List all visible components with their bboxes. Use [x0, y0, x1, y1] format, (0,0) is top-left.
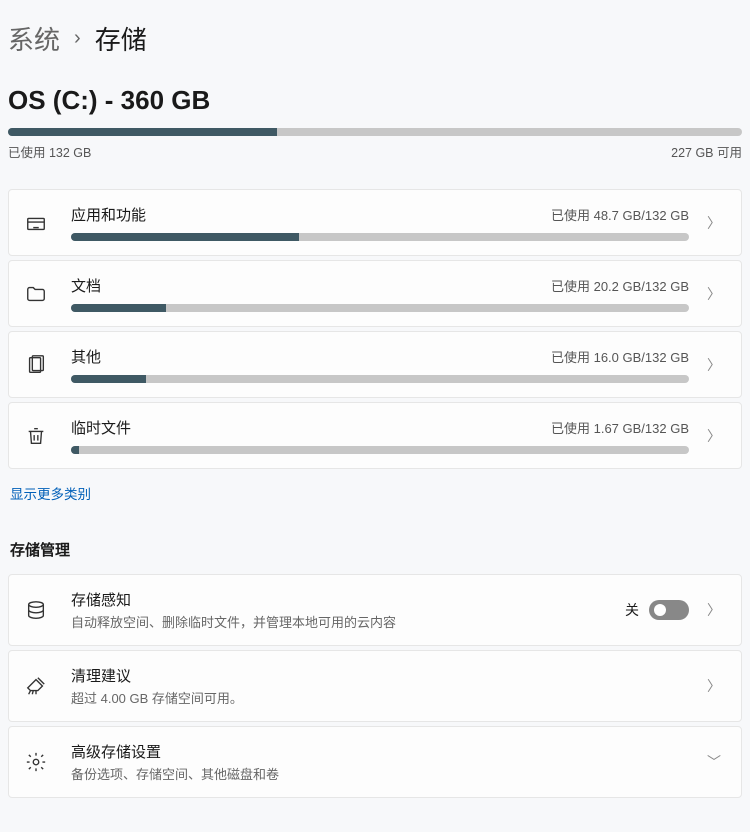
- category-bar-fill: [71, 304, 166, 312]
- category-bar: [71, 233, 689, 241]
- category-row[interactable]: 其他 已使用 16.0 GB/132 GB 〉: [8, 331, 742, 398]
- management-subtitle: 超过 4.00 GB 存储空间可用。: [71, 688, 243, 707]
- management-row[interactable]: 高级存储设置 备份选项、存储空间、其他磁盘和卷 ﹀: [8, 726, 742, 798]
- storage-management-list: 存储感知 自动释放空间、删除临时文件，并管理本地可用的云内容 关 〉 清理建议 …: [8, 574, 742, 798]
- chevron-right-icon: 〉: [707, 284, 725, 304]
- drive-used-label: 已使用 132 GB: [8, 142, 91, 161]
- category-bar-fill: [71, 446, 79, 454]
- management-title: 高级存储设置: [71, 741, 279, 762]
- breadcrumb-parent[interactable]: 系统: [8, 20, 60, 57]
- other-icon: [25, 354, 47, 376]
- drive-title: OS (C:) - 360 GB: [8, 85, 742, 116]
- category-usage: 已使用 20.2 GB/132 GB: [551, 276, 689, 295]
- storage-categories: 应用和功能 已使用 48.7 GB/132 GB 〉 文档 已使用 20.2 G…: [8, 189, 742, 469]
- chevron-down-icon: ﹀: [707, 752, 725, 772]
- category-title: 临时文件: [71, 417, 131, 438]
- management-subtitle: 自动释放空间、删除临时文件，并管理本地可用的云内容: [71, 612, 396, 631]
- sense-icon: [25, 599, 47, 621]
- category-title: 其他: [71, 346, 101, 367]
- category-usage: 已使用 48.7 GB/132 GB: [551, 205, 689, 224]
- category-bar: [71, 446, 689, 454]
- drive-usage-bar: [8, 128, 742, 136]
- category-row[interactable]: 应用和功能 已使用 48.7 GB/132 GB 〉: [8, 189, 742, 256]
- trash-icon: [25, 425, 47, 447]
- drive-summary: OS (C:) - 360 GB 已使用 132 GB 227 GB 可用: [8, 85, 742, 161]
- management-subtitle: 备份选项、存储空间、其他磁盘和卷: [71, 764, 279, 783]
- category-bar-fill: [71, 233, 299, 241]
- storage-sense-toggle[interactable]: [649, 600, 689, 620]
- chevron-right-icon: ›: [74, 27, 81, 50]
- category-usage: 已使用 1.67 GB/132 GB: [551, 418, 689, 437]
- category-title: 应用和功能: [71, 204, 146, 225]
- category-usage: 已使用 16.0 GB/132 GB: [551, 347, 689, 366]
- drive-free-label: 227 GB 可用: [671, 142, 742, 161]
- breadcrumb-current: 存储: [95, 20, 147, 57]
- category-bar-fill: [71, 375, 146, 383]
- show-more-categories-link[interactable]: 显示更多类别: [10, 483, 742, 503]
- toggle-label: 关: [625, 600, 639, 620]
- chevron-right-icon: 〉: [707, 355, 725, 375]
- docs-icon: [25, 283, 47, 305]
- category-row[interactable]: 临时文件 已使用 1.67 GB/132 GB 〉: [8, 402, 742, 469]
- breadcrumb: 系统 › 存储: [8, 20, 742, 57]
- drive-usage-fill: [8, 128, 277, 136]
- chevron-right-icon: 〉: [707, 676, 725, 696]
- management-row[interactable]: 清理建议 超过 4.00 GB 存储空间可用。 〉: [8, 650, 742, 722]
- chevron-right-icon: 〉: [707, 600, 725, 620]
- apps-icon: [25, 212, 47, 234]
- broom-icon: [25, 675, 47, 697]
- category-bar: [71, 375, 689, 383]
- category-bar: [71, 304, 689, 312]
- chevron-right-icon: 〉: [707, 426, 725, 446]
- management-title: 存储感知: [71, 589, 396, 610]
- section-storage-management-title: 存储管理: [10, 539, 742, 560]
- category-row[interactable]: 文档 已使用 20.2 GB/132 GB 〉: [8, 260, 742, 327]
- chevron-right-icon: 〉: [707, 213, 725, 233]
- management-title: 清理建议: [71, 665, 243, 686]
- gear-icon: [25, 751, 47, 773]
- management-row[interactable]: 存储感知 自动释放空间、删除临时文件，并管理本地可用的云内容 关 〉: [8, 574, 742, 646]
- category-title: 文档: [71, 275, 101, 296]
